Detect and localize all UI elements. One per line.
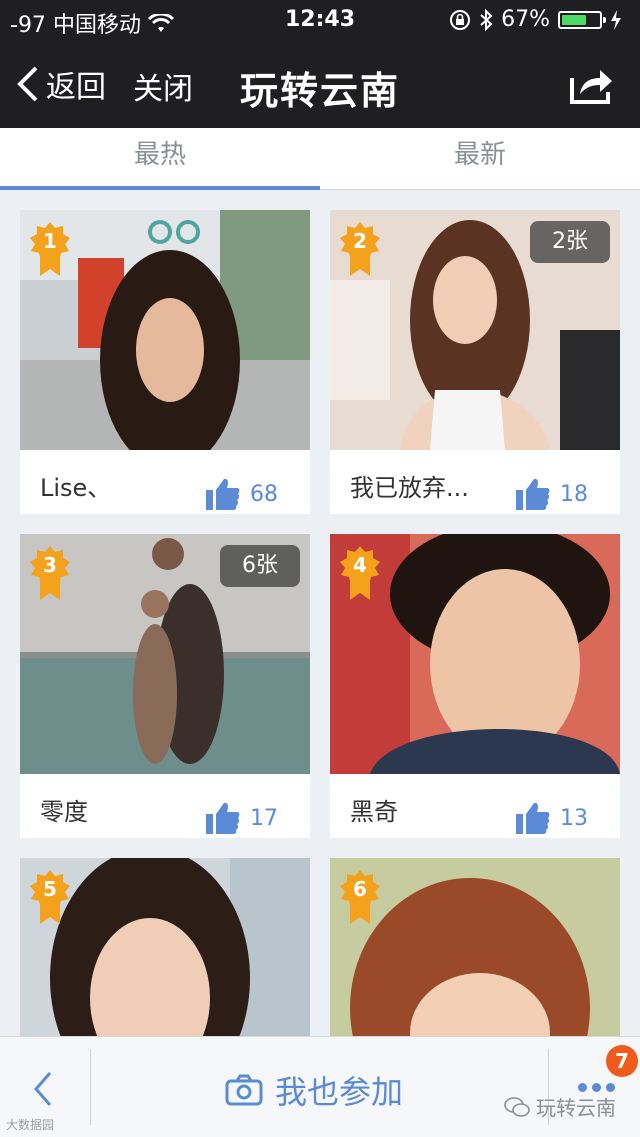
- like-button[interactable]: 13: [516, 802, 588, 834]
- entry-card[interactable]: 4 黑奇 13: [330, 534, 620, 838]
- rank-badge: 6: [340, 870, 380, 926]
- tab-newest[interactable]: 最新: [320, 134, 640, 171]
- rank-badge: 5: [30, 870, 70, 926]
- join-button[interactable]: 我也参加: [225, 1067, 403, 1113]
- tab-active-indicator: [0, 186, 320, 190]
- bluetooth-icon: [480, 8, 493, 31]
- entry-name: 黑奇: [350, 798, 398, 826]
- thumbs-up-icon: [516, 478, 550, 510]
- rank-badge: 4: [340, 546, 380, 602]
- tab-hottest[interactable]: 最热: [0, 134, 320, 171]
- rank-badge: 3: [30, 546, 70, 602]
- entry-name: 我已放弃...: [350, 474, 469, 502]
- like-count: 18: [560, 481, 588, 507]
- like-count: 17: [250, 805, 278, 831]
- rank-badge: 2: [340, 222, 380, 278]
- status-right: 67%: [449, 7, 622, 32]
- entry-card[interactable]: 3 6张 零度 17: [20, 534, 310, 838]
- charging-icon: [611, 9, 621, 30]
- like-button[interactable]: 17: [206, 802, 278, 834]
- photo-count-badge: 6张: [220, 545, 300, 587]
- like-count: 68: [250, 481, 278, 507]
- watermark-text: 玩转云南: [536, 1096, 616, 1120]
- camera-icon: [225, 1074, 263, 1106]
- nav-bar: 返回 关闭 玩转云南: [0, 40, 640, 128]
- lock-rotation-icon: [450, 9, 471, 30]
- page-title: 玩转云南: [239, 69, 400, 113]
- thumbs-up-icon: [516, 802, 550, 834]
- divider: [90, 1049, 91, 1125]
- share-icon[interactable]: [568, 64, 616, 106]
- entry-card[interactable]: 6: [330, 858, 620, 1038]
- wechat-watermark: 玩转云南: [504, 1092, 616, 1121]
- rank-number: 5: [43, 877, 57, 901]
- status-bar: -97 中国移动 12:43 67%: [0, 0, 640, 40]
- wechat-icon: [504, 1096, 530, 1117]
- notification-badge: 7: [606, 1045, 638, 1077]
- battery-percent: 67%: [501, 7, 550, 32]
- like-button[interactable]: 68: [206, 478, 278, 510]
- like-count: 13: [560, 805, 588, 831]
- join-label: 我也参加: [275, 1073, 404, 1111]
- entry-card[interactable]: 1 Lise、 68: [20, 210, 310, 514]
- battery-icon: [558, 10, 606, 29]
- rank-number: 6: [353, 877, 367, 901]
- entry-name: Lise、: [40, 474, 112, 502]
- entry-card[interactable]: 2 2张 我已放弃... 18: [330, 210, 620, 514]
- battery-fill: [562, 14, 587, 25]
- rank-number: 4: [353, 553, 367, 577]
- like-button[interactable]: 18: [516, 478, 588, 510]
- rank-number: 1: [43, 229, 57, 253]
- rank-badge: 1: [30, 222, 70, 278]
- thumbs-up-icon: [206, 802, 240, 834]
- bottom-bar: 我也参加 7: [0, 1036, 640, 1137]
- small-watermark: 大数据园: [6, 1118, 55, 1132]
- tab-bar: 最热 最新: [0, 128, 640, 190]
- entry-name: 零度: [40, 798, 88, 826]
- more-icon[interactable]: [578, 1083, 615, 1092]
- photo-count-badge: 2张: [530, 221, 610, 263]
- thumbs-up-icon: [206, 478, 240, 510]
- chevron-left-icon[interactable]: [32, 1071, 54, 1107]
- rank-number: 3: [43, 553, 57, 577]
- rank-number: 2: [353, 229, 367, 253]
- entry-card[interactable]: 5: [20, 858, 310, 1038]
